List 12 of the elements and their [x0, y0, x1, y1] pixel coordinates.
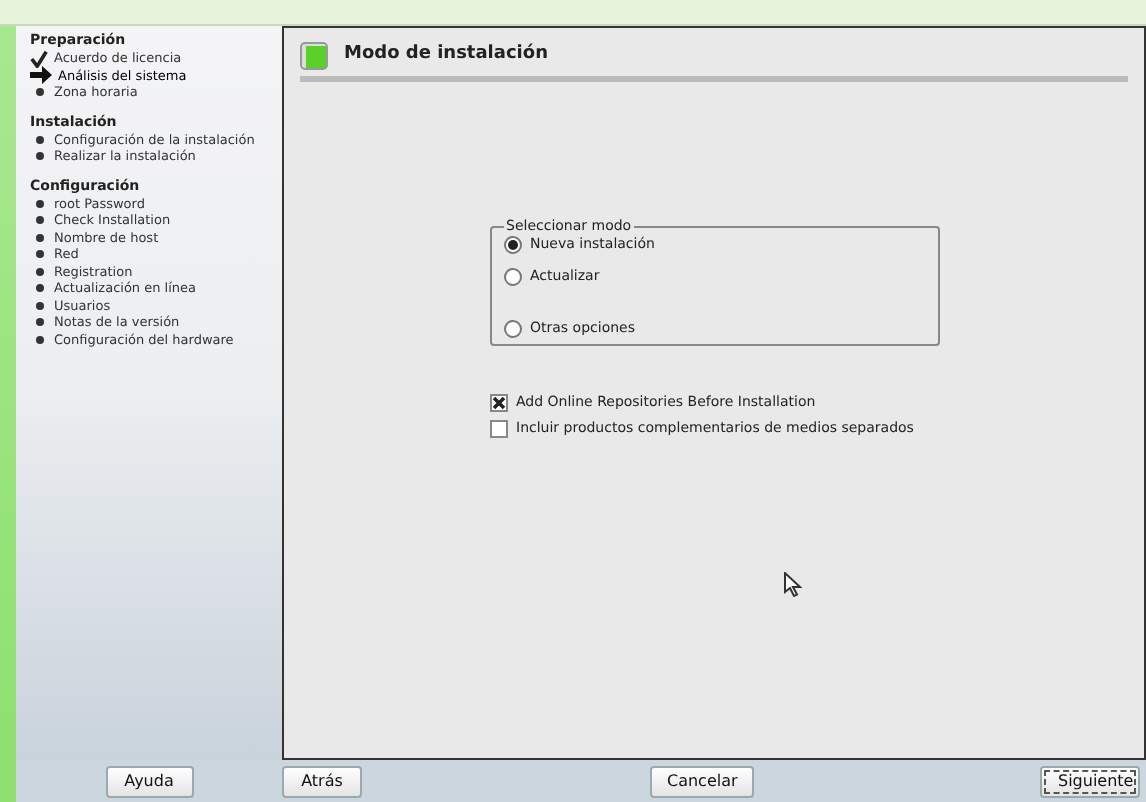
checkbox[interactable]: [490, 394, 508, 412]
page-title: Modo de instalación: [344, 41, 548, 68]
help-button[interactable]: Ayuda: [105, 765, 193, 797]
next-button[interactable]: Siguiente: [1040, 765, 1140, 797]
back-button[interactable]: Atrás: [282, 765, 362, 797]
checkbox[interactable]: [490, 420, 508, 438]
window-icon: [300, 41, 328, 69]
cancel-button[interactable]: Cancelar: [649, 765, 753, 797]
cursor-icon: [784, 572, 802, 598]
radio-button[interactable]: [504, 320, 522, 338]
radio-button[interactable]: [504, 268, 522, 286]
radio-button[interactable]: [504, 236, 522, 254]
